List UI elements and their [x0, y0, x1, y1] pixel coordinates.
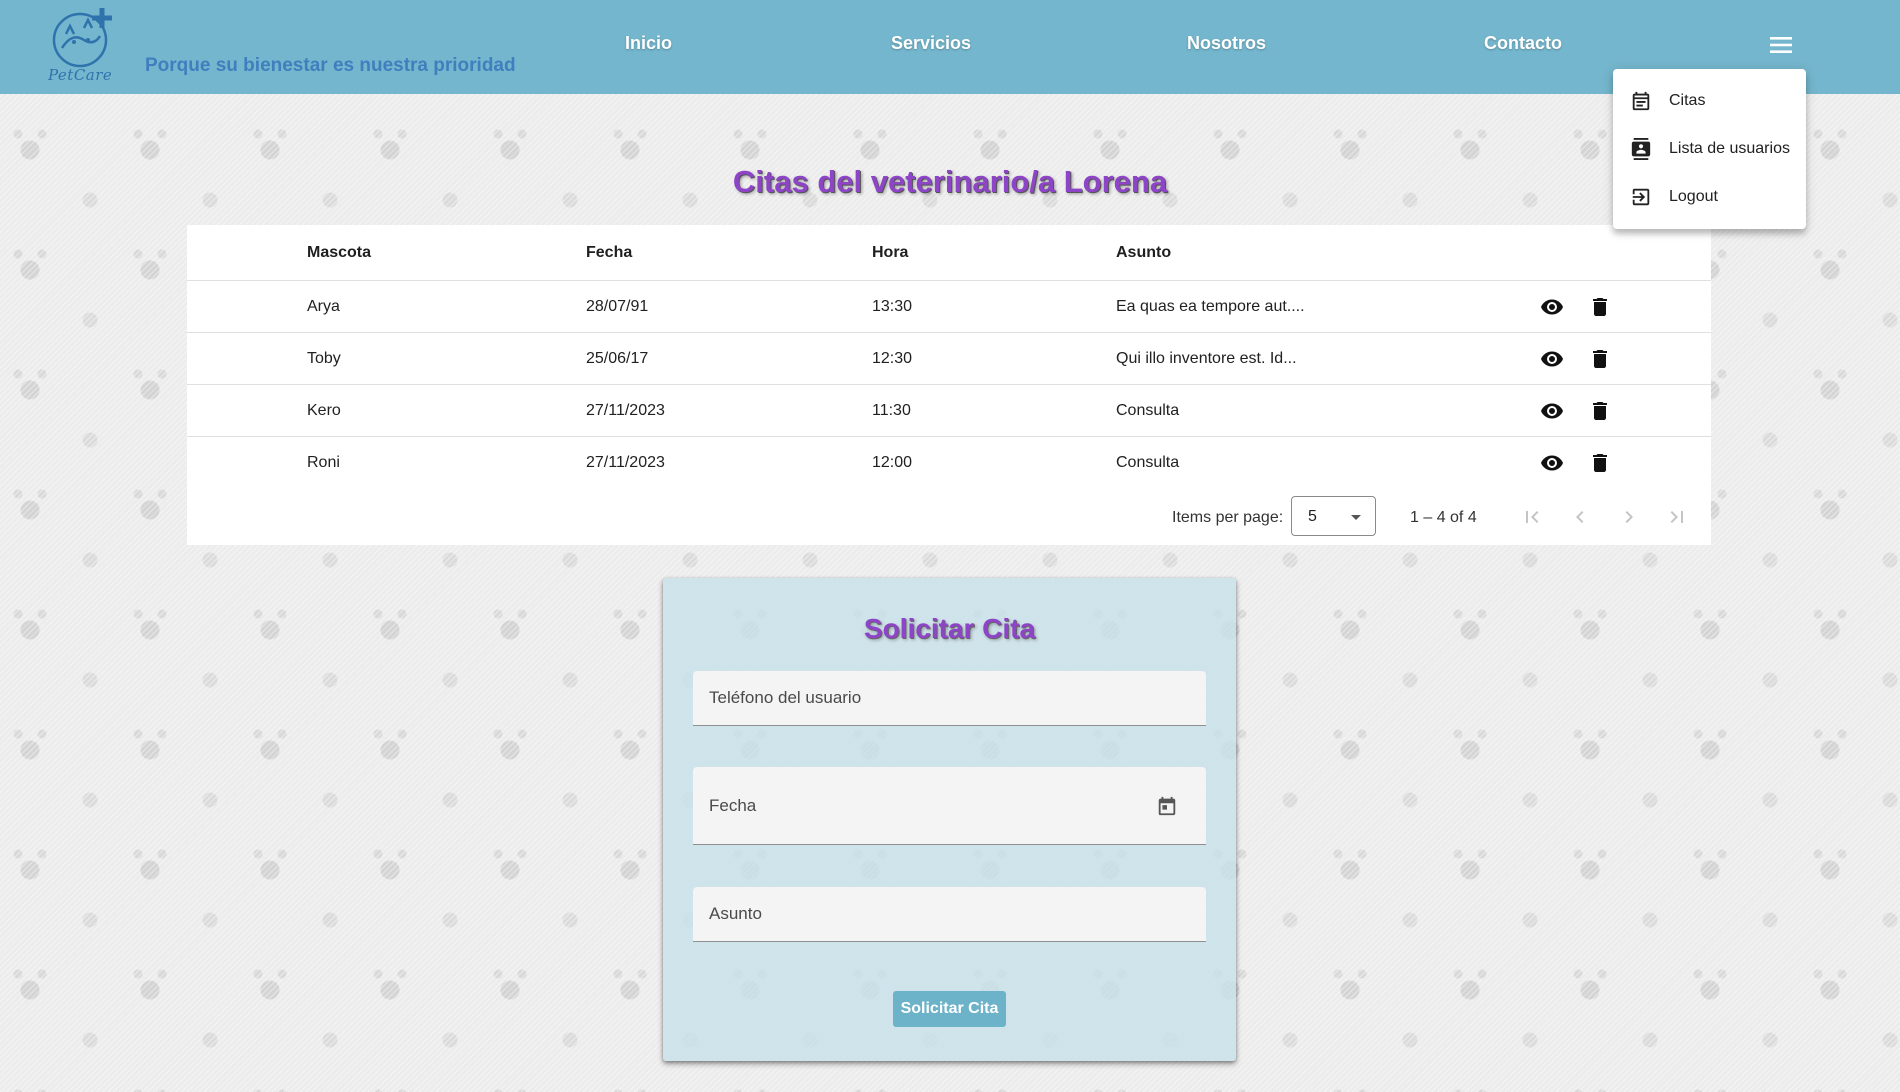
cell-asunto: Consulta — [1116, 454, 1180, 471]
user-menu-dropdown: Citas Lista de usuarios Logout — [1613, 69, 1806, 229]
header-asunto[interactable]: Asunto — [1116, 225, 1171, 280]
delete-trash-icon[interactable] — [1588, 347, 1612, 371]
items-per-page-value: 5 — [1308, 508, 1317, 525]
cell-asunto: Qui illo inventore est. Id... — [1116, 349, 1297, 367]
cell-hora: 13:30 — [872, 297, 913, 315]
nav-nosotros[interactable]: Nosotros — [1187, 33, 1266, 54]
view-eye-icon[interactable] — [1540, 399, 1564, 423]
view-eye-icon[interactable] — [1540, 347, 1564, 371]
submit-appointment-button[interactable]: Solicitar Cita — [893, 991, 1006, 1027]
delete-trash-icon[interactable] — [1588, 295, 1612, 319]
telefono-label: Teléfono del usuario — [709, 688, 862, 707]
logout-icon — [1632, 188, 1650, 206]
first-page-icon[interactable] — [1520, 505, 1544, 529]
menu-item-citas[interactable]: Citas — [1613, 77, 1806, 125]
asunto-label: Asunto — [709, 904, 762, 923]
nav-inicio[interactable]: Inicio — [625, 33, 672, 54]
table-header-row: Mascota Fecha Hora Asunto — [187, 225, 1711, 281]
cell-asunto: Ea quas ea tempore aut.... — [1116, 297, 1305, 315]
header-mascota[interactable]: Mascota — [307, 225, 371, 280]
asunto-field[interactable]: Asunto — [693, 887, 1206, 942]
cell-mascota: Kero — [307, 401, 341, 419]
view-eye-icon[interactable] — [1540, 295, 1564, 319]
cell-asunto: Consulta — [1116, 401, 1180, 419]
cell-hora: 11:30 — [872, 401, 911, 419]
table-row: Roni 27/11/2023 12:00 Consulta — [187, 437, 1711, 489]
fecha-label: Fecha — [709, 796, 757, 815]
cell-mascota: Toby — [307, 349, 341, 367]
nav-servicios[interactable]: Servicios — [891, 33, 971, 54]
menu-item-label: Citas — [1669, 92, 1706, 109]
cell-mascota: Roni — [307, 454, 340, 471]
nav-contacto[interactable]: Contacto — [1484, 33, 1562, 54]
fecha-field[interactable]: Fecha — [693, 767, 1206, 845]
calendar-icon — [1632, 91, 1650, 111]
tagline: Porque su bienestar es nuestra prioridad — [145, 55, 516, 76]
cell-fecha: 25/06/17 — [586, 349, 649, 367]
hamburger-menu-icon[interactable] — [1766, 30, 1796, 60]
header-fecha[interactable]: Fecha — [586, 225, 632, 280]
table-row: Toby 25/06/17 12:30 Qui illo inventore e… — [187, 333, 1711, 385]
cell-mascota: Arya — [307, 297, 340, 315]
items-per-page-select[interactable]: 5 — [1291, 496, 1376, 536]
paginator: Items per page: 5 1 – 4 of 4 — [187, 489, 1711, 545]
menu-item-logout[interactable]: Logout — [1613, 173, 1806, 221]
view-eye-icon[interactable] — [1540, 451, 1564, 475]
contacts-icon — [1631, 138, 1651, 160]
request-appointment-form: Solicitar Cita Teléfono del usuario Fech… — [663, 578, 1236, 1061]
menu-item-label: Logout — [1669, 188, 1718, 205]
cell-hora: 12:30 — [872, 349, 913, 367]
table-row: Kero 27/11/2023 11:30 Consulta — [187, 385, 1711, 437]
telefono-field[interactable]: Teléfono del usuario — [693, 671, 1206, 726]
table-row: Arya 28/07/91 13:30 Ea quas ea tempore a… — [187, 281, 1711, 333]
delete-trash-icon[interactable] — [1588, 451, 1612, 475]
appointments-table: Mascota Fecha Hora Asunto Arya 28/07/91 … — [187, 225, 1711, 545]
menu-item-label: Lista de usuarios — [1669, 140, 1790, 157]
page-range-label: 1 – 4 of 4 — [1410, 509, 1477, 526]
last-page-icon[interactable] — [1665, 505, 1689, 529]
header-hora[interactable]: Hora — [872, 225, 908, 280]
cell-fecha: 28/07/91 — [586, 297, 649, 315]
items-per-page-label: Items per page: — [1172, 509, 1284, 526]
cell-hora: 12:00 — [872, 454, 913, 471]
calendar-icon[interactable] — [1156, 795, 1178, 817]
form-title: Solicitar Cita — [863, 613, 1036, 644]
logo-text: PetCare — [48, 66, 113, 84]
dropdown-arrow-icon — [1351, 515, 1361, 520]
cell-fecha: 27/11/2023 — [586, 401, 665, 419]
next-page-icon[interactable] — [1617, 505, 1641, 529]
menu-item-lista-usuarios[interactable]: Lista de usuarios — [1613, 125, 1806, 173]
previous-page-icon[interactable] — [1568, 505, 1592, 529]
delete-trash-icon[interactable] — [1588, 399, 1612, 423]
cell-fecha: 27/11/2023 — [586, 454, 665, 471]
